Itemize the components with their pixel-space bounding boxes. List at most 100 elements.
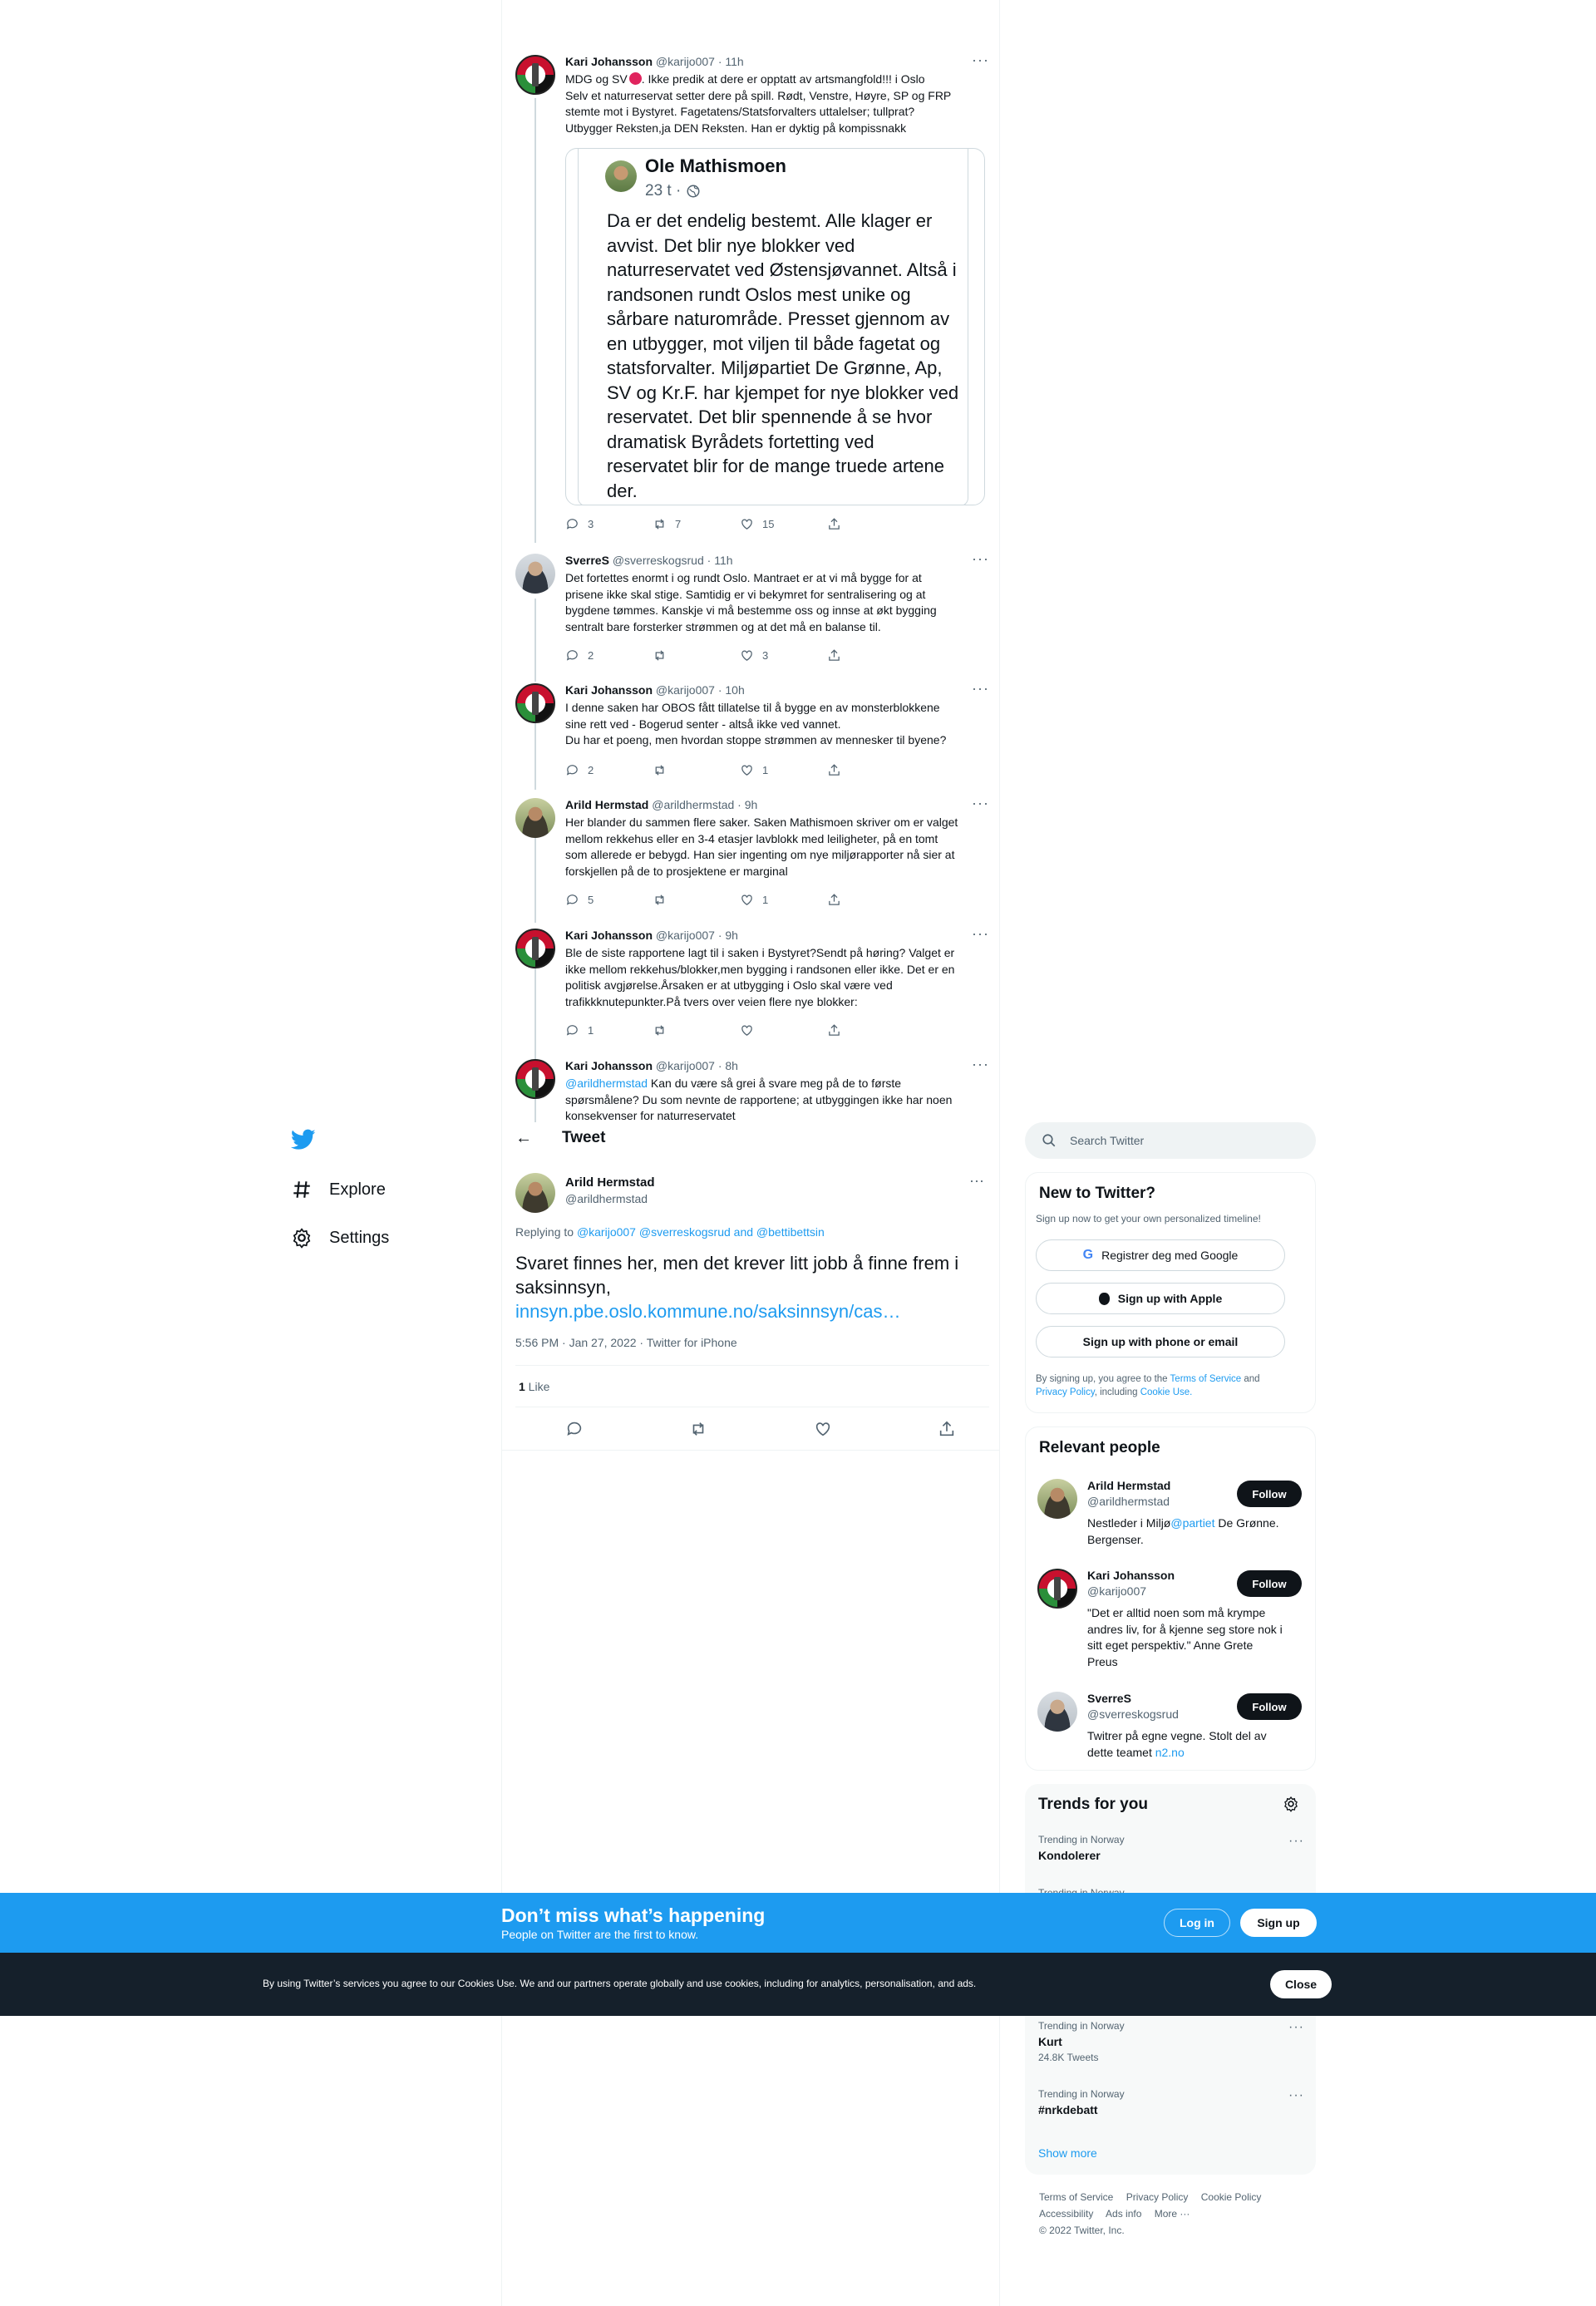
more-options-icon[interactable]: ···	[1288, 1834, 1304, 1849]
like-button[interactable]: 3	[740, 648, 827, 663]
reply-button[interactable]: 2	[565, 763, 653, 777]
tweet-time[interactable]: · 9h	[737, 798, 757, 811]
person-card[interactable]: SverreS @sverreskogsrud Follow Twitrer p…	[1037, 1692, 1303, 1766]
reply-icon[interactable]	[565, 1420, 584, 1438]
more-options-icon[interactable]: ···	[972, 550, 989, 568]
like-button[interactable]: 1	[740, 893, 827, 907]
like-button[interactable]	[740, 1023, 827, 1037]
person-card[interactable]: Arild Hermstad @arildhermstad Follow Nes…	[1037, 1479, 1303, 1562]
author-name[interactable]: SverreS	[565, 554, 609, 567]
signup-button[interactable]: Sign up	[1240, 1909, 1317, 1937]
like-button[interactable]: 15	[740, 517, 827, 531]
back-arrow-icon[interactable]: ←	[515, 1129, 532, 1148]
login-button[interactable]: Log in	[1164, 1909, 1230, 1937]
follow-button[interactable]: Follow	[1237, 1481, 1302, 1507]
more-options-icon[interactable]: ···	[972, 795, 989, 812]
reply-button[interactable]: 5	[565, 893, 653, 907]
retweet-button[interactable]	[653, 648, 740, 663]
cookie-use-link[interactable]: Cookie Use.	[1140, 1387, 1193, 1397]
heart-icon[interactable]	[814, 1420, 832, 1438]
more-options-icon[interactable]: ···	[1288, 2088, 1304, 2103]
author-handle[interactable]: @karijo007	[656, 929, 715, 942]
phone-email-signup-button[interactable]: Sign up with phone or email	[1036, 1326, 1285, 1357]
nav-settings[interactable]: Settings	[291, 1227, 389, 1249]
gear-icon[interactable]	[1283, 1796, 1299, 1812]
author-name[interactable]: Kari Johansson	[565, 55, 653, 68]
avatar[interactable]	[515, 1059, 555, 1099]
more-options-icon[interactable]: ···	[972, 680, 989, 697]
share-button[interactable]	[827, 763, 914, 777]
tweet-time[interactable]: · 11h	[707, 554, 733, 567]
replying-handles[interactable]: @karijo007 @sverreskogsrud and @bettibet…	[577, 1225, 825, 1239]
share-button[interactable]	[827, 517, 914, 531]
tweet-time[interactable]: · 11h	[718, 55, 744, 68]
tweet-link[interactable]: innsyn.pbe.oslo.kommune.no/saksinnsyn/ca…	[515, 1299, 981, 1323]
trend-item[interactable]: Trending in Norway Kurt 24.8K Tweets ···	[1038, 2020, 1304, 2078]
cookie-close-button[interactable]: Close	[1270, 1970, 1332, 1998]
show-more-link[interactable]: Show more	[1038, 2146, 1097, 2160]
bio-link[interactable]: @partiet	[1170, 1516, 1214, 1530]
main-avatar[interactable]	[515, 1173, 555, 1213]
quoted-tweet[interactable]: Ole Mathismoen 23 t · Da er det endelig …	[565, 148, 985, 505]
main-author-handle[interactable]: @arildhermstad	[565, 1192, 648, 1205]
thread-tweet[interactable]: Arild Hermstad @arildhermstad · 9h ··· H…	[515, 795, 989, 914]
avatar[interactable]	[1037, 1692, 1077, 1732]
author-handle[interactable]: @karijo007	[656, 683, 715, 697]
author-name[interactable]: Arild Hermstad	[565, 798, 648, 811]
footer-link[interactable]: Accessibility	[1039, 2208, 1093, 2220]
share-icon[interactable]	[938, 1420, 956, 1438]
follow-button[interactable]: Follow	[1237, 1693, 1302, 1720]
more-options-icon[interactable]: ···	[1288, 2020, 1304, 2035]
thread-tweet[interactable]: Kari Johansson @karijo007 · 8h ··· @aril…	[515, 1059, 989, 1121]
avatar[interactable]	[515, 554, 555, 594]
privacy-link[interactable]: Privacy Policy	[1036, 1387, 1095, 1397]
author-handle[interactable]: @karijo007	[656, 1059, 715, 1072]
footer-link[interactable]: Ads info	[1106, 2208, 1141, 2220]
apple-signup-button[interactable]: Sign up with Apple	[1036, 1283, 1285, 1314]
follow-button[interactable]: Follow	[1237, 1570, 1302, 1597]
avatar[interactable]	[515, 798, 555, 838]
avatar[interactable]	[515, 929, 555, 968]
person-name[interactable]: Arild Hermstad	[1087, 1479, 1170, 1492]
search-box[interactable]: Search Twitter	[1025, 1122, 1316, 1159]
like-button[interactable]: 1	[740, 763, 827, 777]
author-name[interactable]: Kari Johansson	[565, 683, 653, 697]
tweet-time[interactable]: · 8h	[718, 1059, 738, 1072]
person-handle[interactable]: @sverreskogsrud	[1087, 1707, 1179, 1721]
tweet-timestamp[interactable]: 5:56 PM · Jan 27, 2022 · Twitter for iPh…	[515, 1336, 737, 1349]
twitter-logo[interactable]	[290, 1129, 316, 1155]
more-options-icon[interactable]: ···	[972, 925, 989, 943]
avatar[interactable]	[1037, 1479, 1077, 1519]
thread-tweet[interactable]: Kari Johansson @karijo007 · 10h ··· I de…	[515, 680, 989, 783]
thread-tweet[interactable]: SverreS @sverreskogsrud · 11h ··· Det fo…	[515, 550, 989, 670]
author-name[interactable]: Kari Johansson	[565, 929, 653, 942]
author-handle[interactable]: @sverreskogsrud	[613, 554, 704, 567]
share-button[interactable]	[827, 893, 914, 907]
person-name[interactable]: SverreS	[1087, 1692, 1131, 1705]
person-handle[interactable]: @arildhermstad	[1087, 1495, 1170, 1508]
more-options-icon[interactable]: ···	[972, 1059, 989, 1073]
reply-button[interactable]: 3	[565, 517, 653, 531]
person-handle[interactable]: @karijo007	[1087, 1584, 1146, 1598]
share-button[interactable]	[827, 1023, 914, 1037]
footer-link[interactable]: Terms of Service	[1039, 2191, 1113, 2203]
more-options-icon[interactable]: ···	[969, 1172, 984, 1190]
like-count[interactable]: 1 Like	[519, 1380, 549, 1393]
author-name[interactable]: Kari Johansson	[565, 1059, 653, 1072]
reply-button[interactable]: 1	[565, 1023, 653, 1037]
tos-link[interactable]: Terms of Service	[1170, 1374, 1242, 1384]
retweet-button[interactable]	[653, 1023, 740, 1037]
google-signup-button[interactable]: G Registrer deg med Google	[1036, 1239, 1285, 1271]
avatar[interactable]	[515, 55, 555, 95]
nav-explore[interactable]: Explore	[291, 1179, 386, 1200]
retweet-button[interactable]: 7	[653, 517, 740, 531]
thread-tweet[interactable]: Kari Johansson @karijo007 · 9h ··· Ble d…	[515, 925, 989, 1045]
trend-item[interactable]: Trending in Norway #nrkdebatt ···	[1038, 2088, 1304, 2130]
person-card[interactable]: Kari Johansson @karijo007 Follow "Det er…	[1037, 1569, 1303, 1685]
retweet-button[interactable]	[653, 893, 740, 907]
avatar[interactable]	[1037, 1569, 1077, 1609]
footer-link[interactable]: More ···	[1155, 2208, 1190, 2220]
retweet-icon[interactable]	[689, 1420, 707, 1438]
author-handle[interactable]: @karijo007	[656, 55, 715, 68]
trend-item[interactable]: Trending in Norway Kondolerer ···	[1038, 1834, 1304, 1875]
